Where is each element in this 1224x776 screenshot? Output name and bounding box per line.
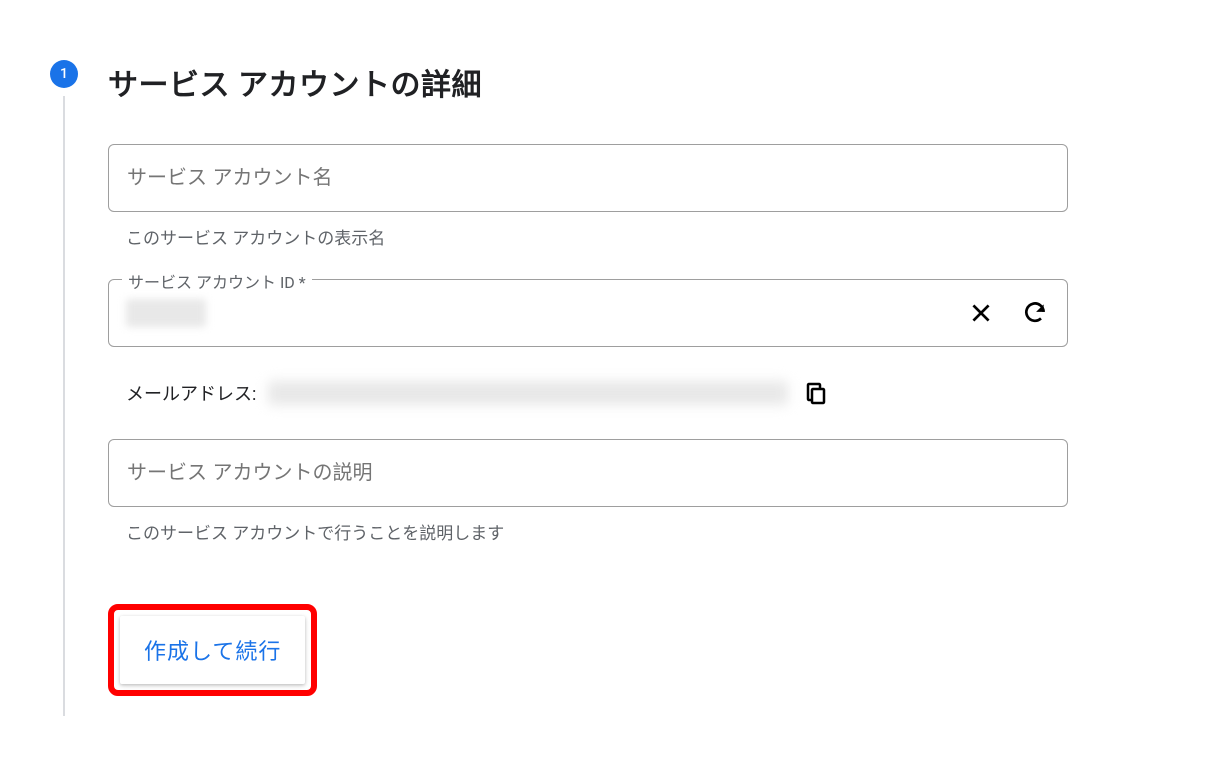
step-indicator: 1 [50,60,78,716]
email-address-value-redacted [268,381,788,405]
service-account-description-helper: このサービス アカウントで行うことを説明します [126,519,1068,544]
highlight-annotation: 作成して続行 [108,604,317,696]
service-account-name-input[interactable] [108,144,1068,212]
service-account-name-helper: このサービス アカウントの表示名 [126,224,1068,249]
service-account-description-input[interactable] [108,439,1068,507]
close-icon [968,300,994,326]
email-address-row: メールアドレス: [126,377,1068,409]
service-account-id-value-redacted [126,299,206,327]
copy-email-button[interactable] [800,377,832,409]
service-account-id-field: サービス アカウント ID * [108,279,1068,347]
copy-icon [804,381,828,405]
refresh-id-button[interactable] [1018,296,1052,330]
service-account-id-input[interactable] [108,279,1068,347]
service-account-name-field: このサービス アカウントの表示名 [108,144,1068,249]
email-address-label: メールアドレス: [126,380,256,406]
step-connector-line [63,96,65,716]
clear-id-button[interactable] [964,296,998,330]
refresh-icon [1022,300,1048,326]
create-and-continue-button[interactable]: 作成して続行 [120,616,305,684]
step-title: サービス アカウントの詳細 [108,60,1068,104]
step-number-badge: 1 [50,60,78,88]
service-account-description-field: このサービス アカウントで行うことを説明します [108,439,1068,544]
